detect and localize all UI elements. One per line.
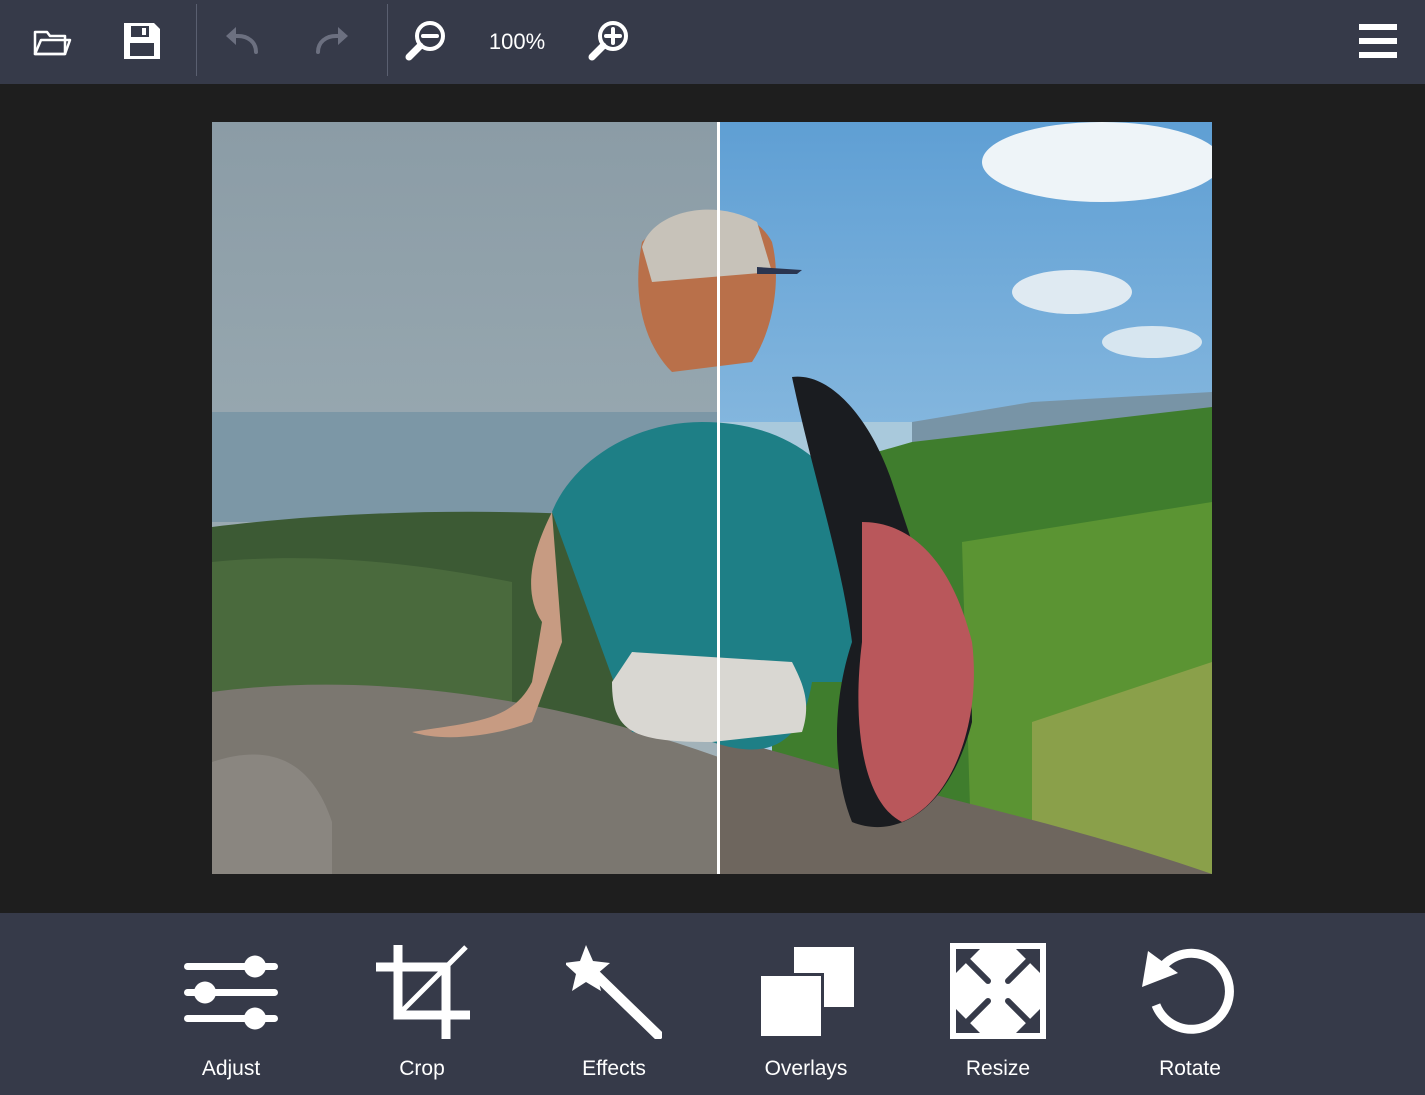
tool-rotate[interactable]: Rotate [1115, 939, 1265, 1089]
save-button[interactable] [110, 12, 174, 70]
tool-label: Adjust [201, 1057, 261, 1080]
tool-label: Resize [965, 1057, 1031, 1080]
zoom-in-icon [588, 21, 628, 61]
open-button[interactable] [20, 12, 84, 70]
tool-label: Crop [399, 1057, 445, 1080]
zoom-out-button[interactable] [394, 12, 458, 70]
toolbar-separator [387, 4, 388, 76]
toolbar-separator [196, 4, 197, 76]
tool-label: Rotate [1159, 1057, 1221, 1080]
tool-overlays[interactable]: Overlays [731, 939, 881, 1089]
redo-icon [316, 27, 348, 54]
zoom-level-readout: 100% [488, 29, 546, 54]
photo-scene [212, 122, 1212, 874]
tool-effects[interactable]: Effects [539, 939, 689, 1089]
overlays-icon [758, 947, 854, 1039]
resize-icon [950, 943, 1046, 1039]
undo-button[interactable] [210, 12, 274, 70]
magic-wand-icon [566, 945, 662, 1039]
tool-adjust[interactable]: Adjust [156, 939, 306, 1089]
zoom-out-icon [405, 21, 445, 61]
before-after-divider[interactable] [717, 122, 720, 874]
tool-crop[interactable]: Crop [347, 939, 497, 1089]
rotate-icon [1142, 948, 1234, 1034]
hamburger-menu-icon [1359, 24, 1397, 58]
top-toolbar: 100% [0, 0, 1425, 84]
photo-preview[interactable] [212, 122, 1212, 874]
tool-label: Overlays [764, 1057, 848, 1080]
zoom-in-button[interactable] [577, 12, 641, 70]
tool-resize[interactable]: Resize [923, 939, 1073, 1089]
sliders-icon [184, 955, 278, 1030]
undo-icon [226, 27, 258, 54]
folder-open-icon [33, 30, 72, 56]
menu-button[interactable] [1346, 12, 1410, 70]
crop-icon [376, 945, 470, 1039]
bottom-toolbar: Adjust Crop Effects Overlays Resize Rota… [0, 913, 1425, 1095]
floppy-disk-icon [124, 23, 160, 59]
tool-label: Effects [582, 1057, 646, 1080]
redo-button[interactable] [300, 12, 364, 70]
